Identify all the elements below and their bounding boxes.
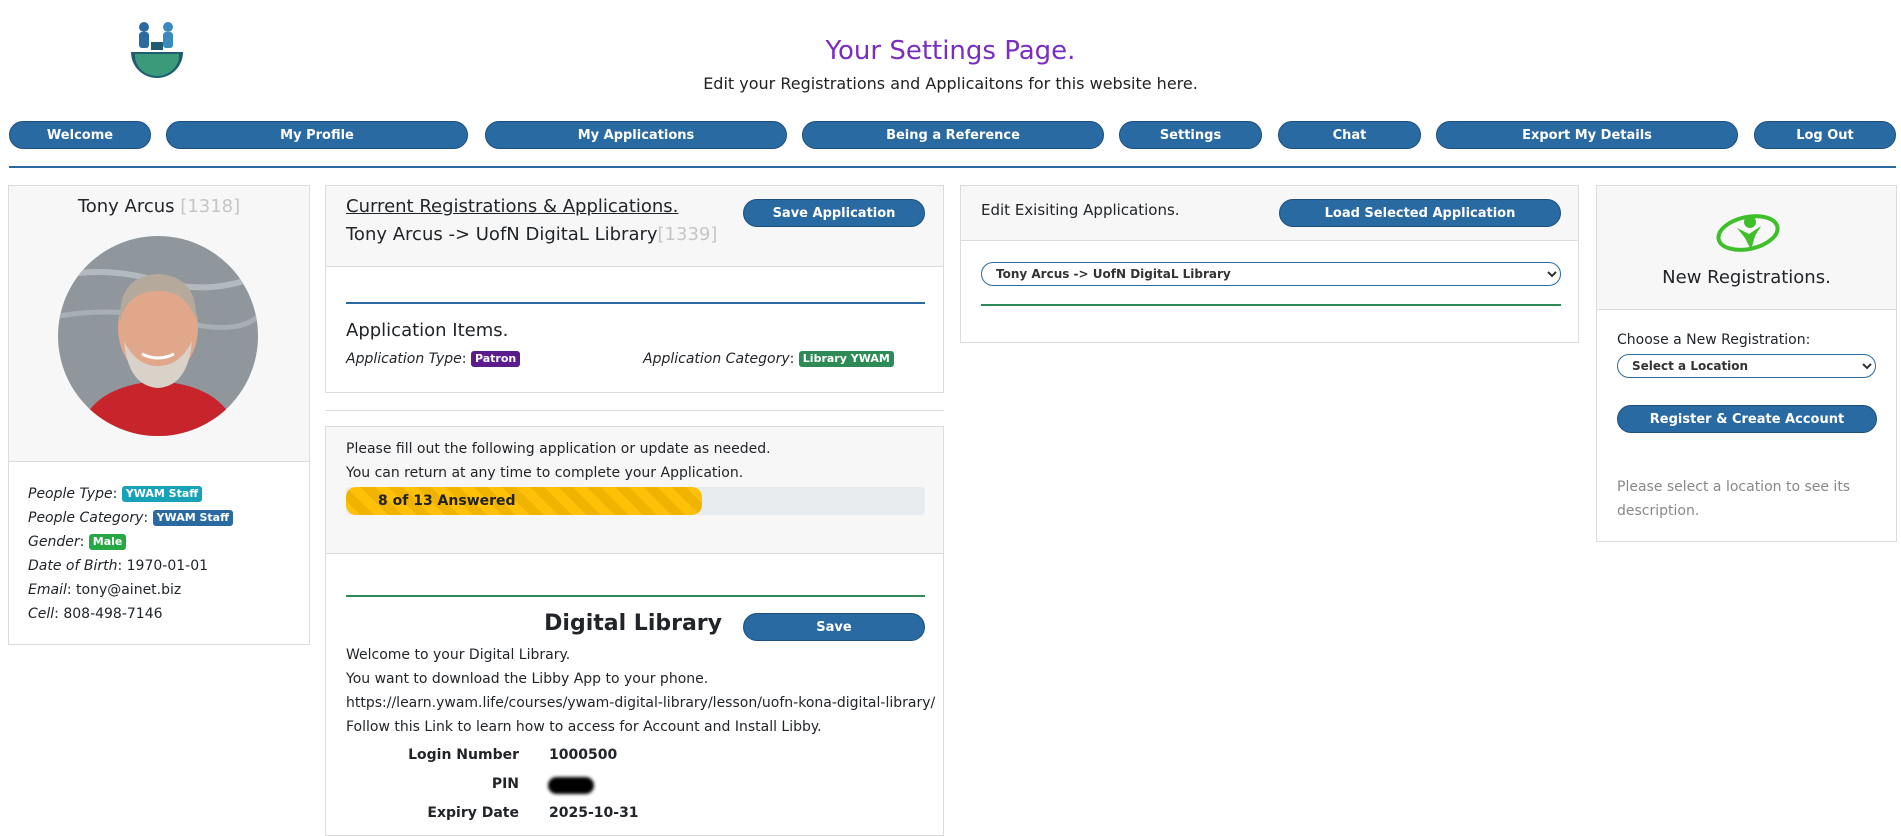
application-category-label: Application Category xyxy=(643,351,790,367)
nav-welcome-button[interactable]: Welcome xyxy=(9,121,151,149)
edit-applications-heading: Edit Exisiting Applications. xyxy=(981,201,1180,219)
library-line-4: Follow this Link to learn how to access … xyxy=(346,719,822,735)
login-number-label: Login Number xyxy=(408,747,519,763)
expiry-date-label: Expiry Date xyxy=(427,805,519,821)
current-registrations-card: Current Registrations & Applications. To… xyxy=(325,185,944,393)
page-title: Your Settings Page. xyxy=(825,36,1076,66)
nav-log-out-button[interactable]: Log Out xyxy=(1754,121,1896,149)
new-registrations-card: New Registrations. Choose a New Registra… xyxy=(1596,185,1897,542)
application-form-header: Please fill out the following applicatio… xyxy=(326,427,943,554)
pin-label: PIN xyxy=(491,776,519,792)
edit-divider xyxy=(981,304,1561,306)
email-value[interactable]: tony@ainet.biz xyxy=(76,582,181,598)
page-subtitle: Edit your Registrations and Applicaitons… xyxy=(703,74,1198,93)
application-type-badge: Patron xyxy=(470,351,521,367)
people-category-label: People Category xyxy=(28,510,144,526)
cell-row: Cell: 808-498-7146 xyxy=(28,606,163,622)
application-category-badge: Library YWAM xyxy=(798,351,894,367)
section-separator xyxy=(325,410,944,411)
people-type-label: People Type xyxy=(28,486,113,502)
main-nav: Welcome My Profile My Applications Being… xyxy=(9,121,1896,149)
fill-instructions-2: You can return at any time to complete y… xyxy=(346,465,744,481)
people-category-badge: YWAM Staff xyxy=(152,510,234,526)
nav-my-profile-button[interactable]: My Profile xyxy=(166,121,468,149)
location-description-hint: Please select a location to see its desc… xyxy=(1617,479,1851,519)
nav-export-my-details-button[interactable]: Export My Details xyxy=(1436,121,1738,149)
edit-applications-card: Edit Exisiting Applications. Load Select… xyxy=(960,185,1579,343)
new-registrations-header: New Registrations. xyxy=(1597,186,1896,310)
digital-library-title: Digital Library xyxy=(544,611,722,636)
people-type-badge: YWAM Staff xyxy=(121,486,203,502)
current-application-name: Tony Arcus -> UofN DigitaL Library xyxy=(346,224,658,245)
application-type-label: Application Type xyxy=(346,351,462,367)
choose-registration-label: Choose a New Registration: xyxy=(1617,332,1811,348)
email-label: Email xyxy=(28,582,67,598)
profile-details: People Type: YWAM Staff People Category:… xyxy=(9,462,309,626)
email-row: Email: tony@ainet.biz xyxy=(28,582,182,598)
profile-id: [1318] xyxy=(180,196,241,217)
dob-label: Date of Birth xyxy=(28,558,118,574)
gender-row: Gender: Male xyxy=(28,530,291,554)
profile-name: Tony Arcus xyxy=(77,196,175,217)
load-selected-application-button[interactable]: Load Selected Application xyxy=(1279,199,1561,227)
profile-avatar xyxy=(58,236,258,436)
library-link[interactable]: https://learn.ywam.life/courses/ywam-dig… xyxy=(346,695,935,711)
existing-application-select[interactable]: Tony Arcus -> UofN DigitaL Library xyxy=(981,262,1561,286)
library-line-1: Welcome to your Digital Library. xyxy=(346,647,571,663)
current-registrations-header: Current Registrations & Applications. To… xyxy=(326,186,943,267)
fill-instructions-1: Please fill out the following applicatio… xyxy=(346,441,771,457)
application-items-heading: Application Items. xyxy=(346,320,509,341)
pin-redacted xyxy=(548,777,594,794)
register-create-account-button[interactable]: Register & Create Account xyxy=(1617,405,1877,433)
nav-my-applications-button[interactable]: My Applications xyxy=(485,121,787,149)
items-divider xyxy=(346,302,925,304)
progress-track: 8 of 13 Answered xyxy=(346,487,925,515)
progress-text: 8 of 13 Answered xyxy=(378,493,516,509)
cell-label: Cell xyxy=(28,606,55,622)
nav-divider xyxy=(9,166,1896,168)
new-registrations-heading: New Registrations. xyxy=(1662,267,1831,288)
expiry-date-value: 2025-10-31 xyxy=(549,805,639,821)
library-divider xyxy=(346,595,925,597)
save-application-button[interactable]: Save Application xyxy=(743,199,925,227)
nav-chat-button[interactable]: Chat xyxy=(1278,121,1421,149)
current-registrations-heading: Current Registrations & Applications. xyxy=(346,196,679,217)
gender-label: Gender xyxy=(28,534,80,550)
gender-badge: Male xyxy=(88,534,127,550)
registration-person-icon xyxy=(1715,206,1781,256)
login-number-value: 1000500 xyxy=(549,747,618,763)
edit-applications-header: Edit Exisiting Applications. Load Select… xyxy=(961,186,1578,241)
profile-card-header: Tony Arcus [1318] xyxy=(9,186,309,462)
profile-name-line: Tony Arcus [1318] xyxy=(9,196,309,217)
people-category-row: People Category: YWAM Staff xyxy=(28,506,291,530)
library-line-2: You want to download the Libby App to yo… xyxy=(346,671,709,687)
application-form-card: Please fill out the following applicatio… xyxy=(325,426,944,836)
current-application-id: [1339] xyxy=(657,224,718,245)
cell-value: 808-498-7146 xyxy=(63,606,163,622)
current-application-line: Tony Arcus -> UofN DigitaL Library[1339] xyxy=(346,224,717,245)
people-type-row: People Type: YWAM Staff xyxy=(28,482,291,506)
library-save-button[interactable]: Save xyxy=(743,613,925,641)
application-category-row: Application Category: Library YWAM xyxy=(643,351,894,367)
application-type-row: Application Type: Patron xyxy=(346,351,521,367)
location-select[interactable]: Select a Location xyxy=(1617,354,1876,378)
dob-value: 1970-01-01 xyxy=(126,558,209,574)
nav-settings-button[interactable]: Settings xyxy=(1119,121,1262,149)
dob-row: Date of Birth: 1970-01-01 xyxy=(28,558,209,574)
profile-card: Tony Arcus [1318] People Type: YWAM Staf… xyxy=(8,185,310,645)
nav-being-a-reference-button[interactable]: Being a Reference xyxy=(802,121,1104,149)
